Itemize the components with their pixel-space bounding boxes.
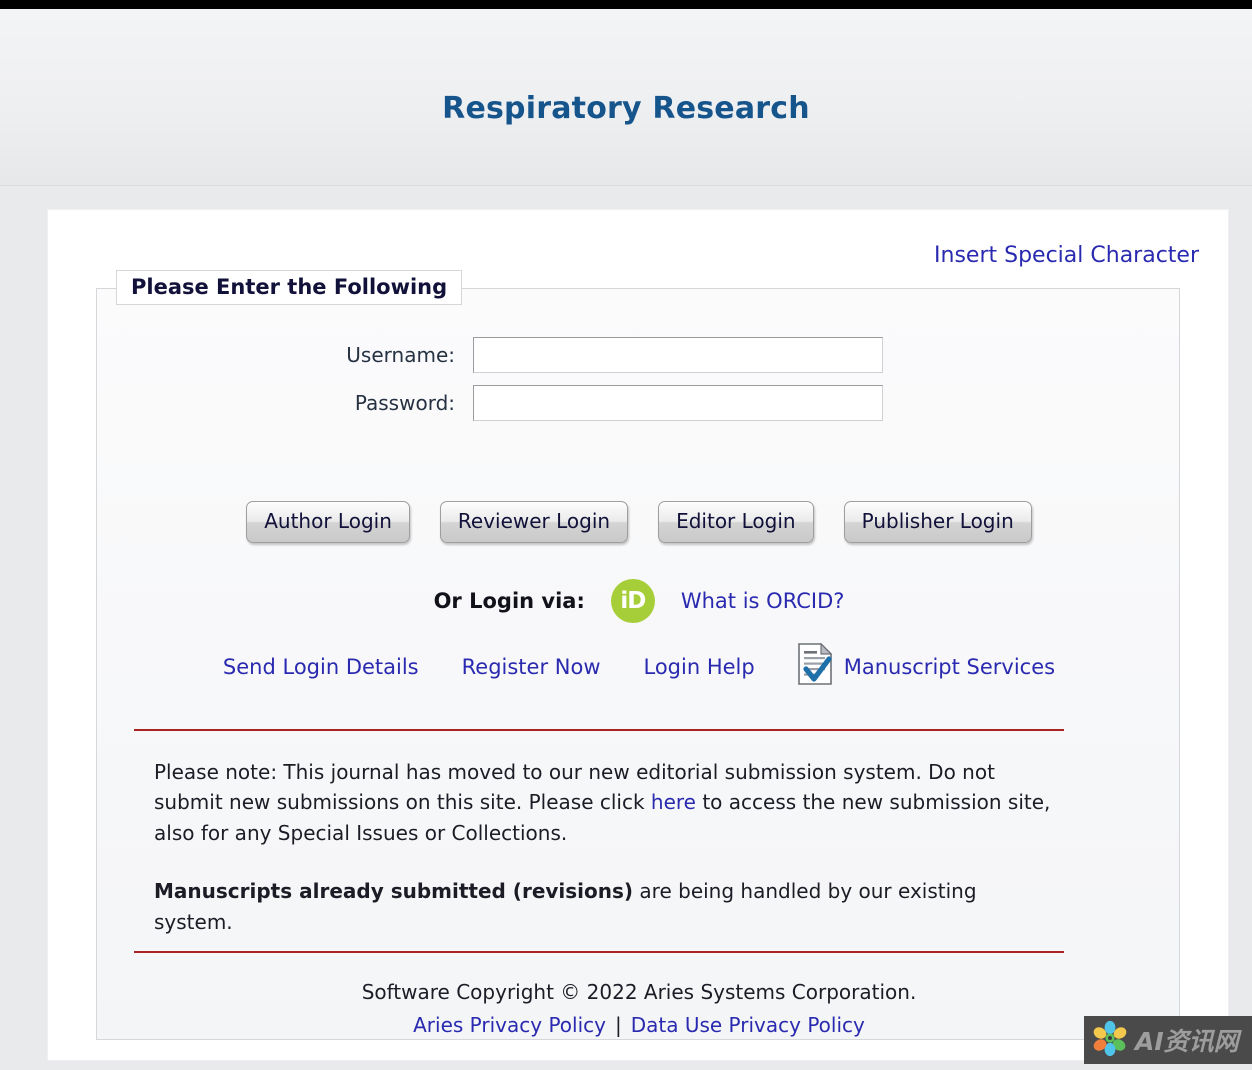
username-input[interactable] <box>473 337 883 373</box>
notice-bold-phrase: Manuscripts already submitted (revisions… <box>154 879 634 904</box>
footer-separator: | <box>614 1013 622 1037</box>
journal-header-band: Respiratory Research <box>0 9 1252 186</box>
watermark-text: AI资讯网 <box>1135 1027 1239 1056</box>
what-is-orcid-link[interactable]: What is ORCID? <box>681 589 845 613</box>
author-login-button[interactable]: Author Login <box>246 501 410 543</box>
register-now-link[interactable]: Register Now <box>462 655 601 679</box>
manuscript-services-link[interactable]: Manuscript Services <box>844 655 1055 679</box>
orcid-icon[interactable]: iD <box>610 579 655 623</box>
here-link[interactable]: here <box>651 790 696 814</box>
divider-top <box>134 729 1064 731</box>
document-check-icon[interactable] <box>797 642 833 690</box>
notice-block: Please note: This journal has moved to o… <box>154 757 1059 937</box>
watermark-flower-logo <box>1092 1020 1128 1060</box>
reviewer-login-button[interactable]: Reviewer Login <box>439 501 629 543</box>
login-content-panel: Insert Special Character Please Enter th… <box>48 210 1228 1060</box>
send-login-details-link[interactable]: Send Login Details <box>223 655 419 679</box>
watermark-badge: AI资讯网 <box>1084 1016 1252 1064</box>
password-label: Password: <box>354 391 455 415</box>
manuscript-services-group: Manuscript Services <box>797 642 1055 690</box>
insert-special-character-link[interactable]: Insert Special Character <box>934 243 1199 268</box>
editor-login-button[interactable]: Editor Login <box>658 501 814 543</box>
username-row: Username: <box>97 337 1181 373</box>
username-label: Username: <box>346 343 455 367</box>
password-input[interactable] <box>473 385 883 421</box>
fieldset-legend: Please Enter the Following <box>116 270 463 305</box>
journal-title: Respiratory Research <box>442 91 810 126</box>
data-use-privacy-policy-link[interactable]: Data Use Privacy Policy <box>631 1013 865 1037</box>
footer-block: Software Copyright © 2022 Aries Systems … <box>97 977 1181 1041</box>
helper-links-row: Send Login Details Register Now Login He… <box>97 642 1181 690</box>
divider-bottom <box>134 951 1064 953</box>
special-character-row: Insert Special Character <box>934 243 1199 268</box>
notice-paragraph-2: Manuscripts already submitted (revisions… <box>154 876 1059 937</box>
browser-top-bar <box>0 0 1252 9</box>
footer-links-row: Aries Privacy Policy | Data Use Privacy Po… <box>97 1010 1181 1041</box>
or-login-via-label: Or Login via: <box>433 589 585 613</box>
copyright-text: Software Copyright © 2022 Aries Systems … <box>361 980 917 1004</box>
password-row: Password: <box>97 385 1181 421</box>
login-fieldset: Please Enter the Following Username: Pas… <box>96 270 1181 1041</box>
orcid-login-row: Or Login via: iD What is ORCID? <box>97 579 1181 623</box>
publisher-login-button[interactable]: Publisher Login <box>843 501 1032 543</box>
login-buttons-row: Author Login Reviewer Login Editor Login… <box>97 501 1181 543</box>
notice-paragraph-1: Please note: This journal has moved to o… <box>154 757 1059 848</box>
login-help-link[interactable]: Login Help <box>644 655 755 679</box>
credentials-block: Username: Password: <box>97 337 1181 433</box>
aries-privacy-policy-link[interactable]: Aries Privacy Policy <box>413 1013 606 1037</box>
